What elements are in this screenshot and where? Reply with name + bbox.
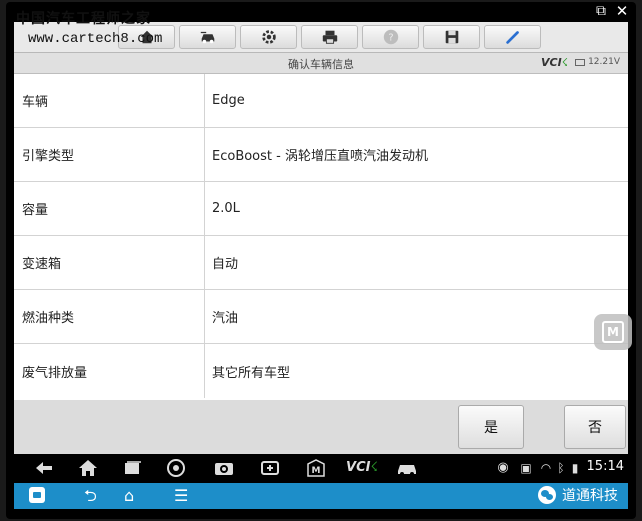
info-key: 废气排放量 <box>14 344 205 398</box>
table-row: 车辆 Edge <box>14 74 628 128</box>
svg-text:M: M <box>312 466 321 476</box>
watermark-brand: 中国汽车工程师之家 <box>16 11 151 27</box>
close-icon[interactable]: ✕ <box>614 3 630 19</box>
pen-icon <box>505 31 519 44</box>
battery-icon <box>575 58 586 66</box>
battery-status-icon: ▮ <box>571 461 579 475</box>
table-row: 变速箱 自动 <box>14 236 628 290</box>
wifi-icon: ◠ <box>540 461 552 475</box>
table-row: 燃油种类 汽油 <box>14 290 628 344</box>
maxi-app-icon[interactable]: M <box>304 458 328 478</box>
watermark-url: www.cartech8.com <box>28 31 163 47</box>
back-arrow-icon[interactable] <box>32 458 56 478</box>
browser-icon[interactable] <box>164 458 188 478</box>
yes-button[interactable]: 是 <box>458 405 524 449</box>
info-value: 其它所有车型 <box>212 365 291 381</box>
info-key: 容量 <box>14 182 205 235</box>
screen-cast-icon: ▣ <box>520 461 532 475</box>
wechat-icon <box>538 486 556 504</box>
save-button[interactable] <box>423 25 480 49</box>
table-row: 容量 2.0L <box>14 182 628 236</box>
back-icon[interactable]: ⮌ <box>84 486 97 506</box>
floating-menu-button[interactable]: M <box>594 314 632 350</box>
help-button[interactable]: ? <box>362 25 419 49</box>
printer-icon <box>322 30 337 44</box>
wechat-account: 道通科技 <box>538 485 618 505</box>
settings-button[interactable] <box>240 25 297 49</box>
menu-icon[interactable]: ☰ <box>174 486 188 506</box>
page-header: 确认车辆信息 VCI☇ 12.21V <box>14 53 628 74</box>
camera-icon[interactable] <box>212 458 236 478</box>
battery-indicator: 12.21V <box>575 57 620 67</box>
save-icon <box>445 30 458 44</box>
table-row: 废气排放量 其它所有车型 <box>14 344 628 398</box>
gear-icon <box>261 30 276 44</box>
screen-frame: 中国汽车工程师之家 www.cartech8.com ⧉ ✕ ? 确认车辆信息 … <box>6 2 636 519</box>
home-outline-icon[interactable]: ⌂ <box>124 486 134 506</box>
vehicle-swap-button[interactable] <box>179 25 236 49</box>
svg-text:?: ? <box>388 33 393 44</box>
table-row: 引擎类型 EcoBoost - 涡轮增压直喷汽油发动机 <box>14 128 628 182</box>
info-key: 燃油种类 <box>14 290 205 343</box>
info-key: 引擎类型 <box>14 128 205 181</box>
help-icon: ? <box>383 29 398 45</box>
menu-m-icon: M <box>602 321 624 343</box>
navigation-bar: ⮌ ⌂ ☰ 道通科技 <box>14 483 628 509</box>
edit-button[interactable] <box>484 25 541 49</box>
info-value: Edge <box>212 93 245 108</box>
car-icon[interactable] <box>394 458 420 478</box>
no-button[interactable]: 否 <box>564 405 626 449</box>
eye-icon: ◉ <box>497 460 509 475</box>
screenshot-icon[interactable] <box>258 458 282 478</box>
system-status-bar: M VCI☇ ◉ ▣ ◠ ᛒ ▮ 15:14 <box>14 454 628 482</box>
bluetooth-icon: ᛒ <box>557 461 565 475</box>
external-link-icon[interactable]: ⧉ <box>592 3 610 19</box>
clock: 15:14 <box>586 459 624 474</box>
vci-status-icon[interactable]: VCI☇ <box>344 458 380 478</box>
print-button[interactable] <box>301 25 358 49</box>
action-bar: 是 否 <box>14 400 628 454</box>
info-value: 汽油 <box>212 311 239 326</box>
info-value: 自动 <box>212 257 239 272</box>
vehicle-info-table: 车辆 Edge 引擎类型 EcoBoost - 涡轮增压直喷汽油发动机 容量 2… <box>14 74 628 400</box>
recent-apps-icon[interactable] <box>120 458 144 478</box>
info-value: 2.0L <box>212 201 240 216</box>
page-title: 确认车辆信息 <box>288 58 354 71</box>
battery-voltage: 12.21V <box>588 57 620 67</box>
account-name: 道通科技 <box>562 488 618 504</box>
info-key: 车辆 <box>14 74 205 127</box>
app-switch-icon[interactable] <box>28 486 46 509</box>
vci-indicator: VCI☇ <box>541 56 568 69</box>
info-key: 变速箱 <box>14 236 205 289</box>
home-icon[interactable] <box>76 458 100 478</box>
info-value: EcoBoost - 涡轮增压直喷汽油发动机 <box>212 149 428 164</box>
car-swap-icon <box>200 31 214 44</box>
